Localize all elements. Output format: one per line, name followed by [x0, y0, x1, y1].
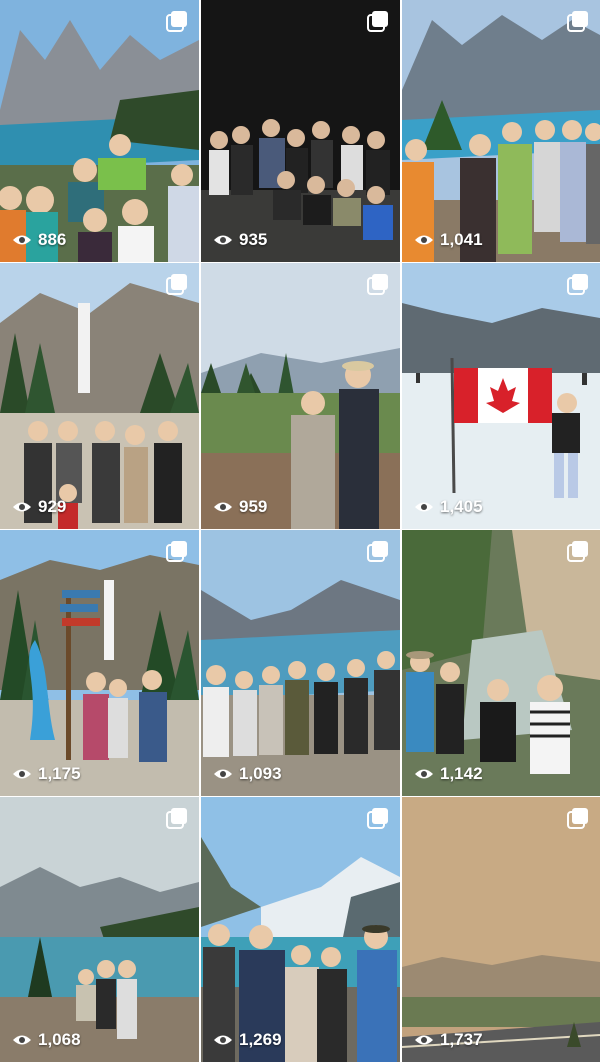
- post-photo: [201, 0, 400, 262]
- view-count: 959: [213, 497, 267, 517]
- carousel-icon: [166, 541, 187, 562]
- post-photo: [402, 0, 600, 262]
- post-photo: [402, 797, 600, 1062]
- eye-icon: [214, 1035, 232, 1045]
- view-count: 1,142: [414, 764, 483, 784]
- post-photo: [201, 530, 400, 796]
- post-tile[interactable]: 886: [0, 0, 199, 262]
- view-count: 1,041: [414, 230, 483, 250]
- view-count-label: 1,093: [239, 764, 282, 783]
- view-count: 1,405: [414, 497, 483, 517]
- post-photo: [0, 530, 199, 796]
- eye-icon: [13, 769, 31, 779]
- eye-icon: [13, 1035, 31, 1045]
- view-count-label: 886: [38, 230, 67, 249]
- eye-icon: [13, 502, 31, 512]
- post-tile[interactable]: 1,175: [0, 530, 199, 796]
- view-count-label: 1,269: [239, 1030, 282, 1049]
- carousel-icon: [367, 808, 388, 829]
- post-photo: [0, 797, 199, 1062]
- post-tile[interactable]: 1,142: [402, 530, 600, 796]
- post-photo: [0, 263, 199, 529]
- view-count-label: 1,041: [440, 230, 483, 249]
- view-count-label: 1,142: [440, 764, 483, 783]
- eye-icon: [13, 235, 31, 245]
- carousel-icon: [567, 274, 588, 295]
- post-tile[interactable]: 935: [201, 0, 400, 262]
- carousel-icon: [367, 11, 388, 32]
- view-count: 1,175: [12, 764, 81, 784]
- view-count-label: 1,175: [38, 764, 81, 783]
- view-count: 1,068: [12, 1030, 81, 1050]
- post-tile[interactable]: 1,068: [0, 797, 199, 1062]
- eye-icon: [214, 235, 232, 245]
- post-photo: [402, 263, 600, 529]
- eye-icon: [415, 769, 433, 779]
- view-count-label: 1,737: [440, 1030, 483, 1049]
- carousel-icon: [567, 808, 588, 829]
- eye-icon: [415, 502, 433, 512]
- view-count: 886: [12, 230, 66, 250]
- carousel-icon: [567, 541, 588, 562]
- carousel-icon: [567, 11, 588, 32]
- view-count: 929: [12, 497, 66, 517]
- post-tile[interactable]: 1,041: [402, 0, 600, 262]
- view-count-label: 959: [239, 497, 268, 516]
- view-count-label: 935: [239, 230, 268, 249]
- carousel-icon: [166, 274, 187, 295]
- view-count: 1,269: [213, 1030, 282, 1050]
- carousel-icon: [166, 11, 187, 32]
- view-count-label: 929: [38, 497, 67, 516]
- post-photo: [201, 797, 400, 1062]
- view-count: 935: [213, 230, 267, 250]
- view-count-label: 1,405: [440, 497, 483, 516]
- photo-grid: 886 935 1,041 929 959 1,405 1,175 1,093 …: [0, 0, 600, 1063]
- carousel-icon: [367, 541, 388, 562]
- post-tile[interactable]: 1,269: [201, 797, 400, 1062]
- eye-icon: [415, 235, 433, 245]
- post-photo: [201, 263, 400, 529]
- post-tile[interactable]: 959: [201, 263, 400, 529]
- view-count: 1,093: [213, 764, 282, 784]
- post-tile[interactable]: 929: [0, 263, 199, 529]
- post-photo: [0, 0, 199, 262]
- view-count: 1,737: [414, 1030, 483, 1050]
- eye-icon: [214, 502, 232, 512]
- carousel-icon: [367, 274, 388, 295]
- eye-icon: [214, 769, 232, 779]
- post-tile[interactable]: 1,405: [402, 263, 600, 529]
- post-tile[interactable]: 1,737: [402, 797, 600, 1062]
- carousel-icon: [166, 808, 187, 829]
- view-count-label: 1,068: [38, 1030, 81, 1049]
- post-photo: [402, 530, 600, 796]
- post-tile[interactable]: 1,093: [201, 530, 400, 796]
- eye-icon: [415, 1035, 433, 1045]
